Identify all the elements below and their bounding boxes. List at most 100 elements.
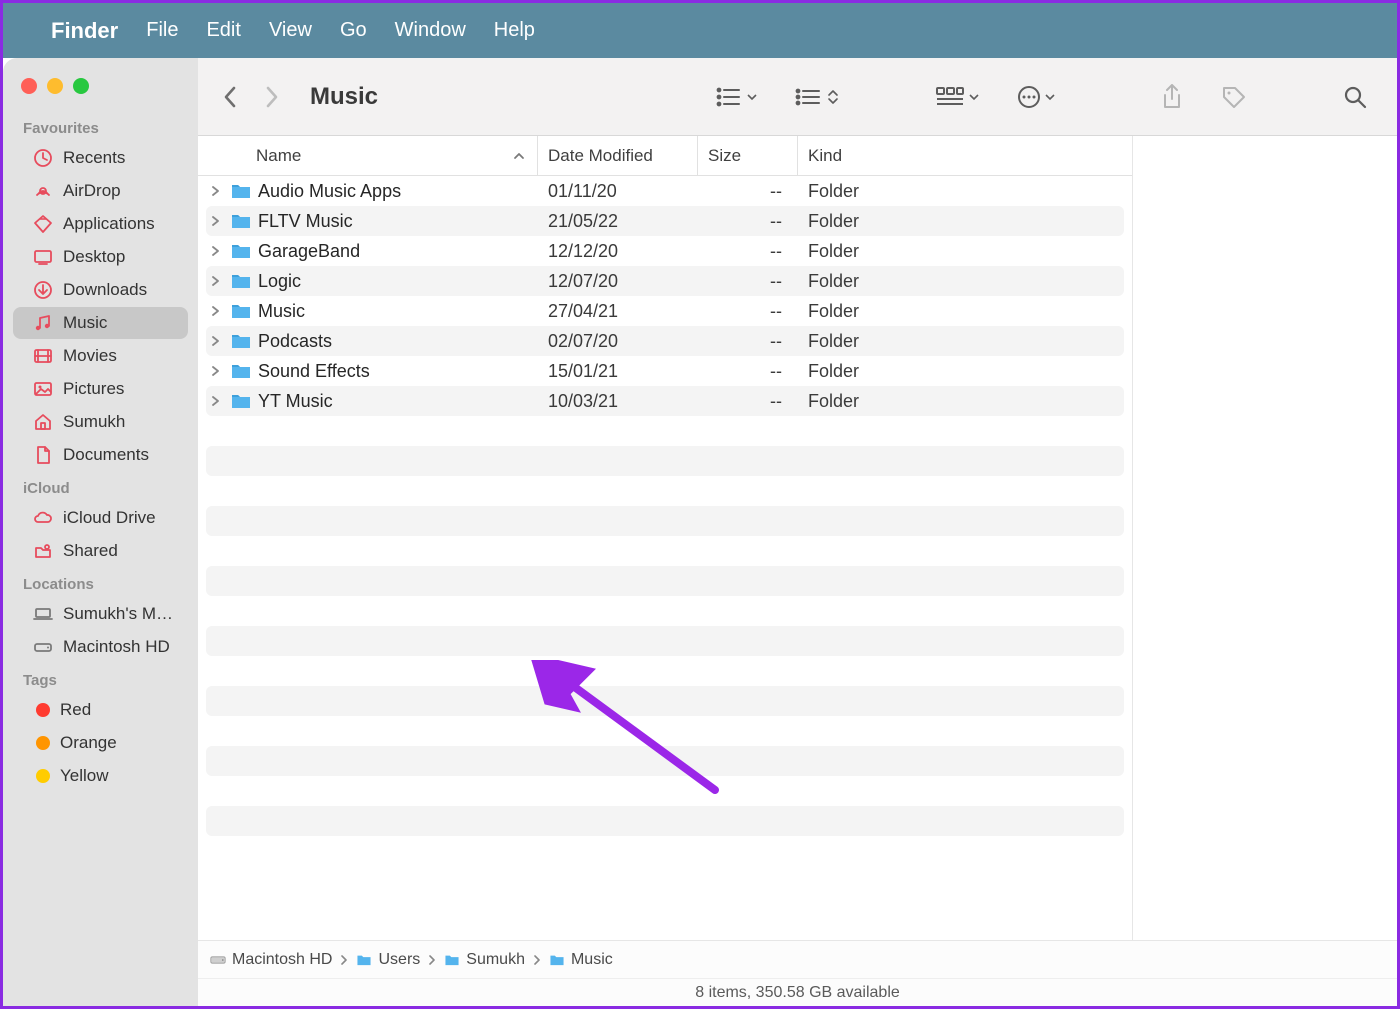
back-button[interactable] [218, 85, 242, 109]
path-segment[interactable]: Users [356, 951, 420, 969]
file-date: 12/07/20 [538, 271, 698, 292]
sidebar-item-movies[interactable]: Movies [13, 340, 188, 372]
documents-icon [33, 445, 53, 465]
file-date: 02/07/20 [538, 331, 698, 352]
disclosure-triangle-icon[interactable] [210, 336, 224, 346]
file-name: Sound Effects [258, 361, 370, 382]
sidebar-item-macintosh-hd[interactable]: Macintosh HD [13, 631, 188, 663]
group-icon [795, 86, 823, 108]
column-header-kind[interactable]: Kind [798, 136, 1132, 175]
gallery-view-button[interactable] [925, 82, 989, 112]
file-row[interactable]: Music 27/04/21 -- Folder [206, 296, 1124, 326]
sidebar-item-label: Shared [63, 541, 118, 561]
path-label: Sumukh [466, 951, 525, 969]
sidebar: FavouritesRecentsAirDropApplicationsDesk… [3, 58, 198, 1006]
sidebar-item-red[interactable]: Red [13, 694, 188, 726]
window-minimize-button[interactable] [47, 78, 63, 94]
column-header-size[interactable]: Size [698, 136, 798, 175]
disclosure-triangle-icon[interactable] [210, 246, 224, 256]
path-separator-icon [533, 955, 541, 965]
sidebar-item-label: Music [63, 313, 107, 333]
menu-view[interactable]: View [269, 19, 312, 42]
file-date: 15/01/21 [538, 361, 698, 382]
sidebar-item-label: Pictures [63, 379, 124, 399]
column-header-date[interactable]: Date Modified [538, 136, 698, 175]
chevron-down-icon [969, 92, 979, 102]
menubar-app-name[interactable]: Finder [51, 18, 118, 44]
path-segment[interactable]: Music [549, 951, 613, 969]
sidebar-item-music[interactable]: Music [13, 307, 188, 339]
sidebar-item-desktop[interactable]: Desktop [13, 241, 188, 273]
sidebar-item-pictures[interactable]: Pictures [13, 373, 188, 405]
sort-arrows-icon [827, 89, 839, 105]
file-row[interactable]: Podcasts 02/07/20 -- Folder [206, 326, 1124, 356]
pictures-icon [33, 379, 53, 399]
shared-icon [33, 541, 53, 561]
sidebar-item-documents[interactable]: Documents [13, 439, 188, 471]
menu-edit[interactable]: Edit [206, 19, 240, 42]
file-name: YT Music [258, 391, 333, 412]
file-name: FLTV Music [258, 211, 353, 232]
sidebar-item-sumukh-s-m-[interactable]: Sumukh's M… [13, 598, 188, 630]
path-segment[interactable]: Sumukh [444, 951, 525, 969]
action-menu-button[interactable] [1007, 81, 1065, 113]
sidebar-item-downloads[interactable]: Downloads [13, 274, 188, 306]
file-kind: Folder [798, 181, 1124, 202]
column-headers: Name Date Modified Size Kind [198, 136, 1132, 176]
file-kind: Folder [798, 271, 1124, 292]
disclosure-triangle-icon[interactable] [210, 306, 224, 316]
share-button[interactable] [1151, 80, 1193, 114]
disclosure-triangle-icon[interactable] [210, 396, 224, 406]
group-by-button[interactable] [785, 82, 849, 112]
search-icon [1343, 85, 1367, 109]
sidebar-item-orange[interactable]: Orange [13, 727, 188, 759]
disclosure-triangle-icon[interactable] [210, 276, 224, 286]
menu-window[interactable]: Window [395, 19, 466, 42]
sidebar-item-applications[interactable]: Applications [13, 208, 188, 240]
file-kind: Folder [798, 391, 1124, 412]
file-size: -- [698, 211, 798, 232]
file-size: -- [698, 241, 798, 262]
chevron-down-icon [747, 92, 757, 102]
disclosure-triangle-icon[interactable] [210, 366, 224, 376]
forward-button[interactable] [260, 85, 284, 109]
sidebar-item-icloud-drive[interactable]: iCloud Drive [13, 502, 188, 534]
path-segment[interactable]: Macintosh HD [210, 951, 332, 969]
file-kind: Folder [798, 331, 1124, 352]
file-row[interactable]: YT Music 10/03/21 -- Folder [206, 386, 1124, 416]
sidebar-item-label: AirDrop [63, 181, 121, 201]
system-menubar: Finder File Edit View Go Window Help [3, 3, 1397, 58]
view-as-list-button[interactable] [705, 82, 767, 112]
window-zoom-button[interactable] [73, 78, 89, 94]
sidebar-item-recents[interactable]: Recents [13, 142, 188, 174]
sidebar-item-label: Recents [63, 148, 125, 168]
file-row[interactable]: Audio Music Apps 01/11/20 -- Folder [206, 176, 1124, 206]
search-button[interactable] [1333, 81, 1377, 113]
file-row[interactable]: Logic 12/07/20 -- Folder [206, 266, 1124, 296]
menu-go[interactable]: Go [340, 19, 367, 42]
file-row[interactable]: Sound Effects 15/01/21 -- Folder [206, 356, 1124, 386]
disclosure-triangle-icon[interactable] [210, 216, 224, 226]
menu-help[interactable]: Help [494, 19, 535, 42]
file-kind: Folder [798, 211, 1124, 232]
sidebar-item-sumukh[interactable]: Sumukh [13, 406, 188, 438]
disclosure-triangle-icon[interactable] [210, 186, 224, 196]
tag-dot-icon [36, 703, 50, 717]
file-row[interactable]: GarageBand 12/12/20 -- Folder [206, 236, 1124, 266]
file-row[interactable]: FLTV Music 21/05/22 -- Folder [206, 206, 1124, 236]
sidebar-item-label: Orange [60, 733, 117, 753]
gallery-icon [935, 86, 965, 108]
sidebar-item-yellow[interactable]: Yellow [13, 760, 188, 792]
menu-file[interactable]: File [146, 19, 178, 42]
sidebar-item-shared[interactable]: Shared [13, 535, 188, 567]
tags-button[interactable] [1211, 80, 1257, 114]
sidebar-item-label: Downloads [63, 280, 147, 300]
folder-icon [230, 332, 252, 350]
sidebar-item-airdrop[interactable]: AirDrop [13, 175, 188, 207]
window-close-button[interactable] [21, 78, 37, 94]
path-separator-icon [340, 955, 348, 965]
share-icon [1161, 84, 1183, 110]
sidebar-section-header: Tags [3, 664, 198, 693]
file-name: Logic [258, 271, 301, 292]
column-header-name[interactable]: Name [198, 136, 538, 175]
